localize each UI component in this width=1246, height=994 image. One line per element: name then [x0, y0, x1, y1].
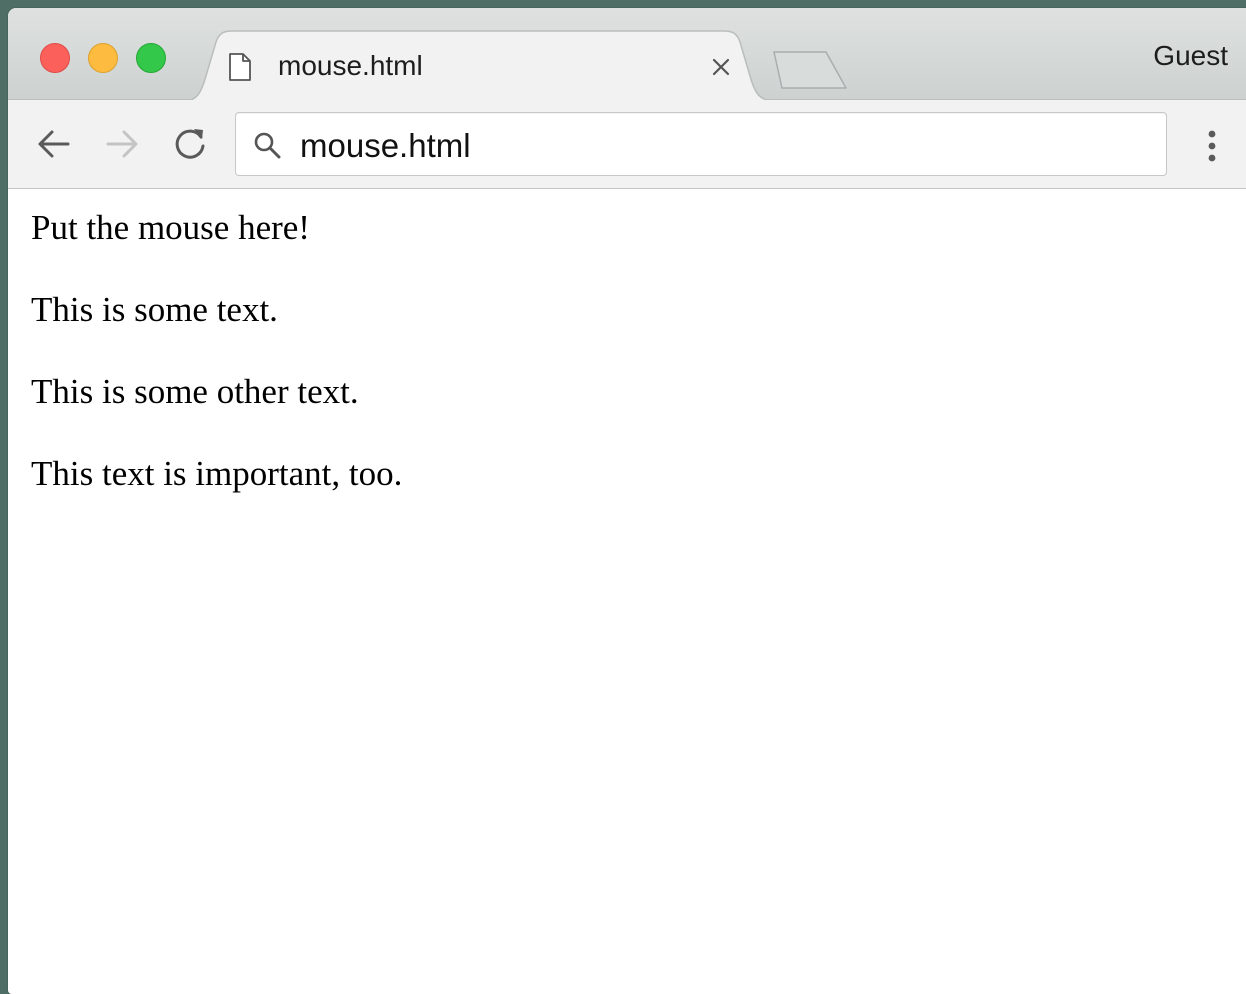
- tab-active[interactable]: mouse.html: [184, 30, 774, 101]
- address-bar[interactable]: mouse.html: [235, 112, 1167, 176]
- close-window-button[interactable]: [40, 43, 70, 73]
- forward-arrow-icon[interactable]: [104, 126, 140, 162]
- paragraph: This text is important, too.: [31, 454, 403, 493]
- address-input[interactable]: mouse.html: [300, 127, 1140, 165]
- paragraph: This is some text.: [31, 290, 278, 329]
- tab-title: mouse.html: [278, 50, 423, 81]
- close-tab-icon[interactable]: [708, 54, 734, 80]
- new-tab-button[interactable]: [760, 50, 848, 90]
- profile-button[interactable]: Guest: [1153, 40, 1228, 72]
- back-arrow-icon[interactable]: [36, 126, 72, 162]
- tab-strip: mouse.html Guest: [8, 8, 1246, 101]
- tab-shape: [184, 30, 774, 101]
- search-icon: [252, 130, 282, 160]
- vertical-dots-icon[interactable]: [1198, 126, 1226, 166]
- reload-icon[interactable]: [172, 126, 208, 162]
- zoom-window-button[interactable]: [136, 43, 166, 73]
- paragraph: This is some other text.: [31, 372, 359, 411]
- page-content: Put the mouse here! This is some text. T…: [8, 190, 1246, 994]
- document-icon: [228, 52, 252, 82]
- browser-window: mouse.html Guest mouse.html Put the mous…: [8, 8, 1246, 994]
- paragraph-mouse-target[interactable]: Put the mouse here!: [31, 208, 1246, 248]
- toolbar: mouse.html: [8, 100, 1246, 189]
- minimize-window-button[interactable]: [88, 43, 118, 73]
